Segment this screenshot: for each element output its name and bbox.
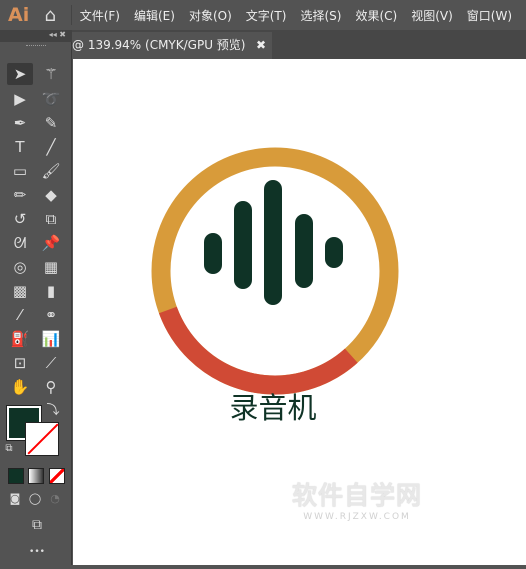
color-mode-button[interactable] [8,468,24,484]
menu-bar: Ai ⌂ 文件(F) 编辑(E) 对象(O) 文字(T) 选择(S) 效果(C)… [0,0,526,30]
menu-type[interactable]: 文字(T) [246,7,287,24]
document-tab[interactable]: @ 139.94% (CMYK/GPU 预览) ✖ [70,32,272,59]
type-icon[interactable]: T [7,136,33,158]
menu-object[interactable]: 对象(O) [189,7,232,24]
menu-view[interactable]: 视图(V) [411,7,453,24]
column-graph-icon[interactable]: 📊 [38,328,64,350]
screen-mode-icon[interactable]: ⧉ [24,514,50,536]
swap-colors-icon[interactable]: ⤵ [40,400,66,422]
sound-bars [204,180,343,305]
eyedropper-icon[interactable]: ⁄ [7,304,33,326]
none-mode-button[interactable] [49,468,65,484]
gradient-icon[interactable]: ▮ [38,280,64,302]
scale-icon[interactable]: ⧉ [38,208,64,230]
document-tab-label: @ 139.94% (CMYK/GPU 预览) [72,38,246,52]
zoom-icon[interactable]: ⚲ [38,376,64,398]
toolbar-header: ◂◂ ✖ [0,30,72,42]
close-icon[interactable]: ✖ [59,30,66,39]
selection-tool-icon[interactable]: ➤ [7,63,33,85]
artboard-icon[interactable]: ⊡ [7,352,33,374]
slice-icon[interactable]: ⟋ [38,352,64,374]
sound-bar [234,201,252,289]
more-tools-icon[interactable]: ••• [24,545,50,567]
watermark-text: 软件自学网 [291,481,422,510]
menu-window[interactable]: 窗口(W) [467,7,512,24]
blend-icon[interactable]: ⚭ [38,304,64,326]
rotate-icon[interactable]: ↺ [7,208,33,230]
gradient-mode-button[interactable] [28,468,44,484]
warp-icon[interactable]: ᘛ [7,232,33,254]
draw-inside-icon[interactable]: ◔ [46,488,64,510]
mesh-icon[interactable]: ▩ [7,280,33,302]
line-icon[interactable]: ╱ [38,136,64,158]
direct-selection-icon[interactable]: ▶ [7,88,33,110]
home-icon[interactable]: ⌂ [34,5,67,26]
collapse-icon[interactable]: ◂◂ [49,30,57,39]
sound-bar [264,180,282,305]
perspective-grid-icon[interactable]: ▦ [38,256,64,278]
toolbar: ➤ ⚚ ▶ ➰ ✒ ✎ T ╱ ▭ 🖌 ✏ ◆ ↺ ⧉ ᘛ 📌 ◎ ▦ ▩ ▮ … [0,42,72,565]
watermark: 软件自学网 WWW.RJZXW.COM [286,476,428,522]
pencil-icon[interactable]: ✏ [7,184,33,206]
divider [70,5,72,25]
default-colors-icon[interactable]: ⧉ [2,438,16,460]
draw-behind-icon[interactable]: ◯ [26,488,44,510]
magic-wand-icon[interactable]: ⚚ [38,63,64,85]
pen-icon[interactable]: ✒ [7,112,33,134]
menu-edit[interactable]: 编辑(E) [134,7,175,24]
sound-bar [325,237,343,268]
shape-builder-icon[interactable]: ◎ [7,256,33,278]
menu-select[interactable]: 选择(S) [300,7,341,24]
menu-file[interactable]: 文件(F) [80,7,120,24]
draw-normal-icon[interactable]: ◙ [6,488,24,510]
stroke-swatch[interactable] [25,422,59,456]
sound-bar [295,214,313,288]
curvature-icon[interactable]: ✎ [38,112,64,134]
rectangle-icon[interactable]: ▭ [7,160,33,182]
drag-handle[interactable] [26,45,46,48]
symbol-sprayer-icon[interactable]: ⛽ [7,328,33,350]
eraser-icon[interactable]: ◆ [38,184,64,206]
artwork-title: 录音机 [229,391,317,425]
menu-effect[interactable]: 效果(C) [355,7,397,24]
watermark-url: WWW.RJZXW.COM [303,512,411,522]
app-logo: Ai [8,4,30,26]
lasso-icon[interactable]: ➰ [38,88,64,110]
close-icon[interactable]: ✖ [256,32,266,59]
pin-icon[interactable]: 📌 [38,232,64,254]
ring-red [158,306,358,395]
hand-icon[interactable]: ✋ [7,376,33,398]
sound-bar [204,233,222,274]
paintbrush-icon[interactable]: 🖌 [38,160,64,182]
